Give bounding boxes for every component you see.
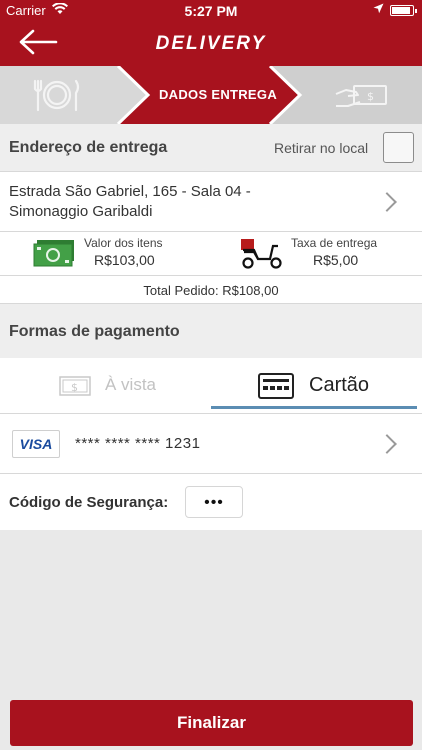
payment-hand-icon: $ (334, 80, 390, 112)
security-code-label: Código de Segurança: (9, 494, 169, 511)
tab-cash-label: À vista (105, 375, 157, 394)
plate-cutlery-icon (32, 77, 82, 113)
order-values-row: Valor dos itens R$103,00 Taxa de entrega… (0, 232, 422, 276)
payment-tabs: $ À vista Cartão (0, 358, 422, 414)
page-title: DELIVERY (155, 33, 267, 54)
security-code-input[interactable]: ••• (185, 486, 243, 518)
tab-cash[interactable]: $ À vista (0, 358, 211, 414)
money-icon (33, 240, 75, 268)
active-tab-indicator (211, 406, 417, 409)
delivery-fee-value: R$5,00 (313, 252, 359, 268)
address-section-header: Endereço de entrega Retirar no local (0, 124, 422, 172)
status-bar: Carrier 5:27 PM (0, 0, 422, 22)
address-line-2: Simonaggio Garibaldi (9, 203, 153, 220)
pickup-label: Retirar no local (274, 140, 369, 156)
security-code-row: Código de Segurança: ••• (0, 474, 422, 530)
card-number: **** **** **** 1231 (75, 435, 201, 452)
delivery-fee-label: Taxa de entrega (291, 236, 378, 250)
chevron-right-icon (377, 192, 397, 212)
cash-note-icon: $ (59, 376, 91, 401)
status-time: 5:27 PM (184, 3, 238, 19)
pickup-checkbox[interactable] (383, 132, 414, 163)
battery-icon (390, 5, 417, 16)
credit-card-icon (258, 373, 294, 404)
payment-section-header: Formas de pagamento (0, 304, 422, 358)
top-bar: Carrier 5:27 PM DELIVERY (0, 0, 422, 66)
chevron-right-icon (377, 434, 397, 454)
visa-logo-icon: VISA (12, 430, 60, 458)
payment-section-label: Formas de pagamento (9, 323, 180, 340)
location-arrow-icon (373, 3, 384, 17)
checkout-steps: DADOS ENTREGA $ (0, 66, 422, 124)
delivery-scooter-icon (240, 238, 284, 270)
delivery-address-row[interactable]: Estrada São Gabriel, 165 - Sala 04 - Sim… (0, 172, 422, 232)
svg-text:$: $ (367, 90, 374, 103)
order-total-value: R$108,00 (222, 283, 279, 298)
finalize-button[interactable]: Finalizar (10, 700, 413, 746)
address-line-1: Estrada São Gabriel, 165 - Sala 04 - (9, 183, 251, 200)
svg-text:$: $ (71, 381, 78, 394)
items-value: R$103,00 (94, 252, 155, 268)
order-total-label: Total Pedido: (143, 283, 219, 298)
tab-card-label: Cartão (309, 374, 370, 396)
order-total: Total Pedido: R$108,00 (0, 276, 422, 304)
address-section-label: Endereço de entrega (9, 139, 168, 156)
active-step-label: DADOS ENTREGA (158, 87, 278, 102)
items-value-label: Valor dos itens (84, 236, 163, 250)
saved-card-row[interactable]: VISA **** **** **** 1231 (0, 414, 422, 474)
